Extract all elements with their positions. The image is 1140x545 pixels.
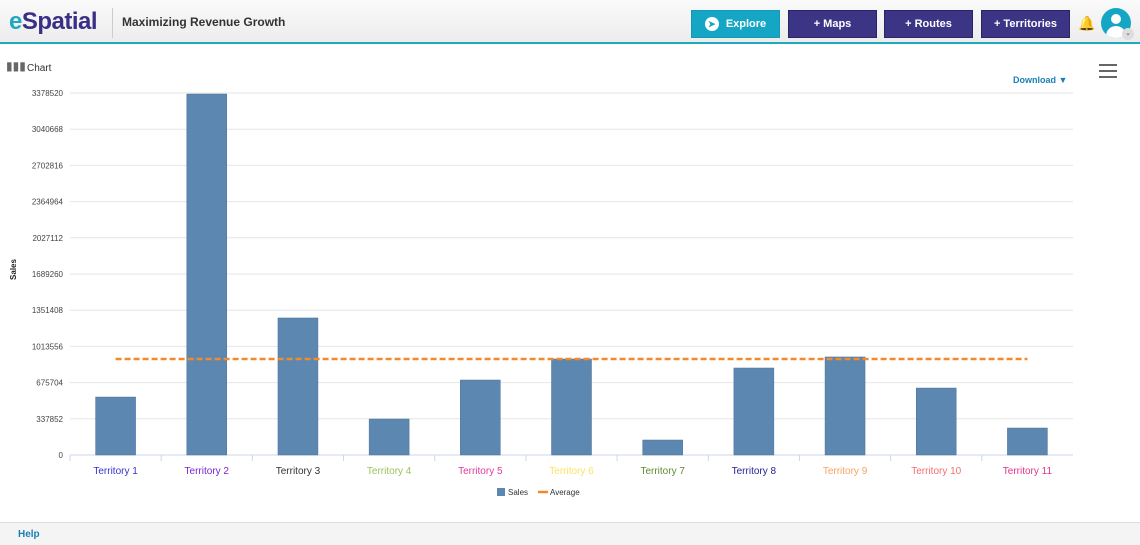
bar-territory-10: [915, 387, 957, 456]
y-tick-label: 0: [59, 451, 64, 460]
y-tick-label: 2702816: [32, 161, 64, 170]
bar-territory-6: [551, 358, 592, 456]
y-tick-label: 2364964: [32, 198, 64, 207]
footer: Help: [0, 522, 1140, 545]
legend-average-label: Average: [550, 488, 580, 497]
bar-territory-3: [277, 317, 319, 456]
y-tick-label: 675704: [36, 379, 63, 388]
x-tick-label: Territory 10: [911, 466, 961, 477]
y-tick-label: 3040668: [32, 125, 64, 134]
y-tick-label: 2027112: [32, 234, 63, 243]
legend-sales-swatch: [497, 488, 505, 496]
y-tick-label: 1013556: [32, 342, 64, 351]
help-link[interactable]: Help: [18, 529, 40, 540]
x-tick-label: Territory 5: [458, 466, 503, 477]
x-tick-label: Territory 8: [732, 466, 777, 477]
x-tick-label: Territory 7: [640, 466, 685, 477]
bar-territory-7: [642, 439, 683, 456]
bar-territory-1: [95, 396, 136, 456]
x-tick-label: Territory 2: [185, 466, 230, 477]
bar-territory-4: [368, 418, 410, 456]
bar-territory-5: [460, 379, 501, 456]
bar-territory-2: [186, 93, 228, 456]
legend-sales-label: Sales: [508, 488, 528, 497]
y-tick-label: 3378520: [32, 89, 64, 98]
bar-territory-9: [824, 356, 866, 456]
x-tick-label: Territory 9: [823, 466, 868, 477]
x-tick-label: Territory 11: [1003, 466, 1053, 477]
bar-territory-11: [1007, 427, 1048, 456]
y-tick-label: 337852: [36, 415, 63, 424]
y-tick-label: 1689260: [32, 270, 64, 279]
x-tick-label: Territory 1: [93, 466, 138, 477]
y-tick-label: 1351408: [32, 306, 64, 315]
bar-territory-8: [733, 367, 775, 456]
sales-bar-chart: 0 337852 675704 1013556 1351408 1689260 202711…: [32, 89, 1073, 497]
x-tick-label: Territory 3: [276, 466, 321, 477]
x-tick-label: Territory 6: [549, 466, 594, 477]
x-tick-label: Territory 4: [367, 466, 412, 477]
